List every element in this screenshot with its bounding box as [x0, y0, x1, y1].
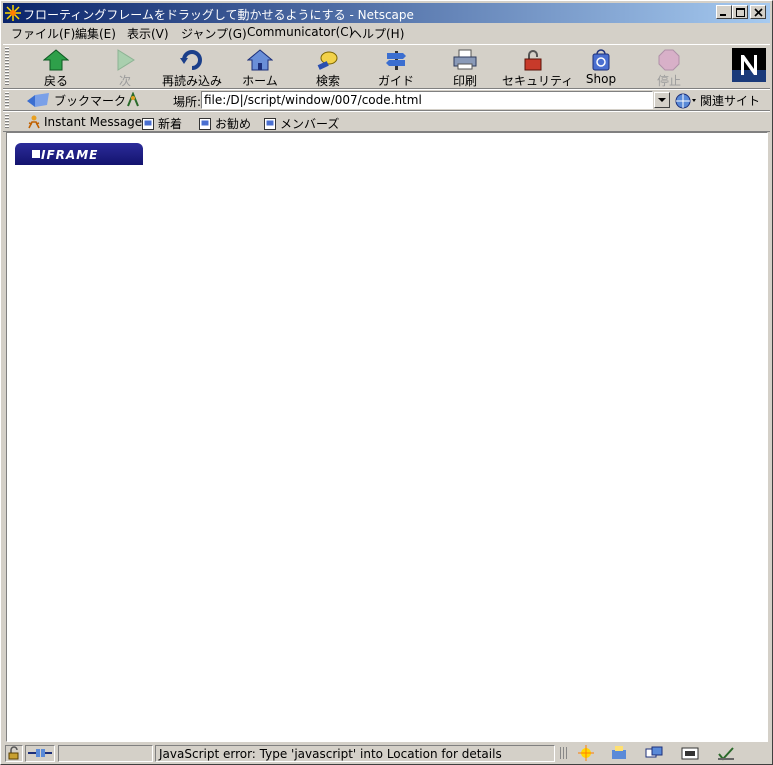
forward-button[interactable]: 次 — [94, 47, 156, 88]
close-icon — [754, 8, 763, 17]
status-message: JavaScript error: Type 'javascript' into… — [155, 745, 555, 762]
back-button[interactable]: 戻る — [25, 47, 87, 88]
component-bar-icons — [560, 745, 734, 761]
status-bar: JavaScript error: Type 'javascript' into… — [3, 744, 770, 763]
related-sites-icon — [675, 93, 696, 108]
iframe-tab[interactable]: IFRAME — [15, 143, 143, 165]
progress-cell — [58, 745, 153, 762]
netscape-logo[interactable] — [732, 48, 766, 82]
page-proxy-icon-button[interactable] — [125, 92, 141, 108]
home-icon — [247, 49, 273, 71]
bookmark-page-icon — [142, 117, 154, 130]
back-arrow-icon — [43, 49, 69, 71]
browser-window: フローティングフレームをドラッグして動かせるようにする - Netscape フ… — [0, 0, 773, 765]
search-icon — [317, 51, 338, 70]
related-sites-label: 関連サイト — [700, 94, 761, 108]
guide-signpost-icon — [386, 51, 406, 70]
title-bar[interactable]: フローティングフレームをドラッグして動かせるようにする - Netscape — [3, 3, 770, 23]
instant-message-label: Instant Message — [44, 115, 143, 129]
stop-icon — [658, 49, 680, 71]
bookmarks-label: ブックマーク — [54, 94, 127, 108]
menu-view[interactable]: 表示(V) — [127, 25, 169, 42]
maximize-icon — [736, 8, 745, 17]
toolbar-grip[interactable] — [5, 92, 9, 108]
back-label: 戻る — [43, 74, 68, 88]
stop-label: 停止 — [656, 74, 681, 88]
reload-button[interactable]: 再読み込み — [161, 47, 223, 88]
netscape-app-icon — [5, 5, 21, 21]
maximize-button[interactable] — [732, 5, 748, 19]
guide-button[interactable]: ガイド — [365, 47, 427, 88]
url-dropdown-button[interactable] — [654, 92, 670, 108]
guide-label: ガイド — [377, 74, 414, 88]
url-input[interactable] — [201, 91, 653, 109]
reload-label: 再読み込み — [161, 74, 222, 88]
plug-connection-icon — [28, 749, 52, 757]
shop-label: Shop — [585, 72, 617, 86]
tab-marker-icon — [32, 150, 40, 158]
bookmarks-icon — [27, 92, 49, 107]
menu-file[interactable]: ファイル(F) — [11, 25, 75, 42]
iframe-tab-label: IFRAME — [41, 148, 99, 162]
personal-toolbar: Instant Message 新着 お勧め メンバーズ — [3, 111, 770, 132]
search-label: 検索 — [315, 74, 340, 88]
window-title: フローティングフレームをドラッグして動かせるようにする - Netscape — [23, 8, 414, 22]
toolbar-grip[interactable] — [5, 47, 9, 86]
close-button[interactable] — [750, 5, 766, 19]
instant-message-person-icon — [28, 115, 40, 129]
minimize-icon — [720, 14, 726, 16]
search-button[interactable]: 検索 — [297, 47, 359, 88]
menu-go[interactable]: ジャンプ(G) — [181, 25, 247, 42]
new-label: 新着 — [158, 117, 183, 131]
shop-bag-icon — [592, 49, 610, 71]
home-label: ホーム — [242, 74, 278, 88]
new-bookmark-button[interactable]: 新着 — [141, 115, 182, 132]
forward-label: 次 — [118, 74, 131, 88]
print-label: 印刷 — [452, 74, 477, 88]
location-label: 場所: — [173, 95, 202, 109]
recommend-label: お勧め — [215, 117, 252, 131]
menu-bar: ファイル(F) 編集(E) 表示(V) ジャンプ(G) Communicator… — [3, 23, 770, 43]
navigation-toolbar: 戻る 次 再読み込み ホーム 検索 ガイド 印刷 セキュリティ Shop 停止 — [3, 44, 770, 89]
bookmarks-button[interactable]: ブックマーク — [25, 92, 126, 109]
chevron-down-icon — [658, 98, 666, 102]
padlock-icon — [524, 50, 542, 71]
bookmark-page-icon — [199, 117, 211, 130]
forward-arrow-icon — [117, 49, 135, 71]
netscape-n-logo-icon — [732, 55, 766, 82]
location-toolbar: ブックマーク 場所: 関連サイト — [3, 89, 770, 111]
shop-button[interactable]: Shop — [570, 47, 632, 86]
component-bar — [558, 745, 768, 762]
members-label: メンバーズ — [280, 117, 340, 131]
page-content-area: IFRAME — [6, 132, 768, 742]
members-bookmark-button[interactable]: メンバーズ — [263, 115, 339, 132]
bookmark-page-icon — [264, 117, 276, 130]
menu-communicator[interactable]: Communicator(C) — [247, 25, 353, 39]
home-button[interactable]: ホーム — [229, 47, 291, 88]
unlocked-padlock-icon — [8, 746, 19, 760]
page-proxy-icon — [127, 92, 139, 107]
printer-icon — [453, 49, 477, 70]
stop-button[interactable]: 停止 — [638, 47, 700, 88]
related-sites-button[interactable]: 関連サイト — [675, 92, 760, 109]
reload-icon — [180, 50, 202, 70]
menu-edit[interactable]: 編集(E) — [75, 25, 116, 42]
connection-status-cell[interactable] — [25, 745, 55, 762]
minimize-button[interactable] — [716, 5, 732, 19]
print-button[interactable]: 印刷 — [434, 47, 496, 88]
security-status-cell[interactable] — [5, 745, 23, 762]
menu-help[interactable]: ヘルプ(H) — [350, 25, 404, 42]
toolbar-grip[interactable] — [5, 114, 9, 129]
security-label: セキュリティ — [502, 74, 574, 88]
security-button[interactable]: セキュリティ — [502, 47, 573, 88]
recommend-bookmark-button[interactable]: お勧め — [198, 115, 251, 132]
instant-message-button[interactable]: Instant Message — [27, 115, 142, 129]
